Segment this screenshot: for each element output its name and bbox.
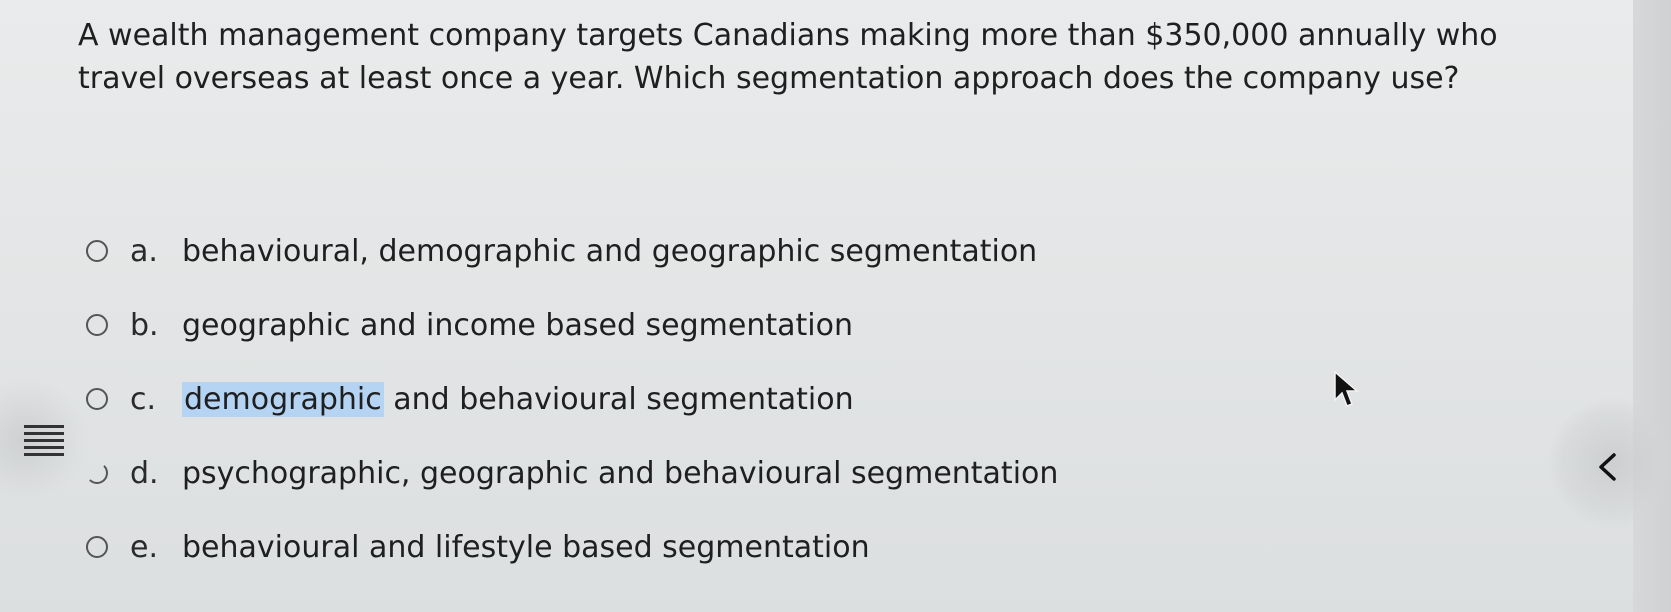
answer-options: a. behavioural, demographic and geograph… bbox=[86, 214, 1058, 584]
radio-d[interactable] bbox=[86, 462, 108, 484]
option-letter-b: b. bbox=[130, 307, 159, 343]
list-icon[interactable] bbox=[24, 425, 68, 456]
option-d[interactable]: d. psychographic, geographic and behavio… bbox=[86, 436, 1058, 510]
mouse-pointer-icon bbox=[1334, 370, 1359, 407]
chevron-left-icon[interactable] bbox=[1596, 452, 1620, 482]
option-letter-d: d. bbox=[130, 455, 159, 491]
option-letter-a: a. bbox=[130, 233, 158, 269]
option-b[interactable]: b. geographic and income based segmentat… bbox=[86, 288, 1058, 362]
radio-e[interactable] bbox=[86, 536, 108, 558]
option-letter-c: c. bbox=[130, 381, 157, 417]
option-text-c: demographic and behavioural segmentation bbox=[182, 381, 854, 417]
radio-c[interactable] bbox=[86, 388, 108, 410]
option-c[interactable]: c. demographic and behavioural segmentat… bbox=[86, 362, 1058, 436]
selected-text-highlight: demographic bbox=[182, 381, 384, 417]
option-e[interactable]: e. behavioural and lifestyle based segme… bbox=[86, 510, 1058, 584]
question-text: A wealth management company targets Cana… bbox=[78, 18, 1498, 96]
option-text-e: behavioural and lifestyle based segmenta… bbox=[182, 529, 870, 565]
radio-b[interactable] bbox=[86, 314, 108, 336]
option-text-c-rest: and behavioural segmentation bbox=[383, 381, 854, 417]
radio-a[interactable] bbox=[86, 240, 108, 262]
option-text-b: geographic and income based segmentation bbox=[182, 307, 853, 343]
option-text-d: psychographic, geographic and behavioura… bbox=[182, 455, 1059, 491]
option-letter-e: e. bbox=[130, 529, 158, 565]
option-a[interactable]: a. behavioural, demographic and geograph… bbox=[86, 214, 1058, 288]
option-text-a: behavioural, demographic and geographic … bbox=[182, 233, 1038, 269]
